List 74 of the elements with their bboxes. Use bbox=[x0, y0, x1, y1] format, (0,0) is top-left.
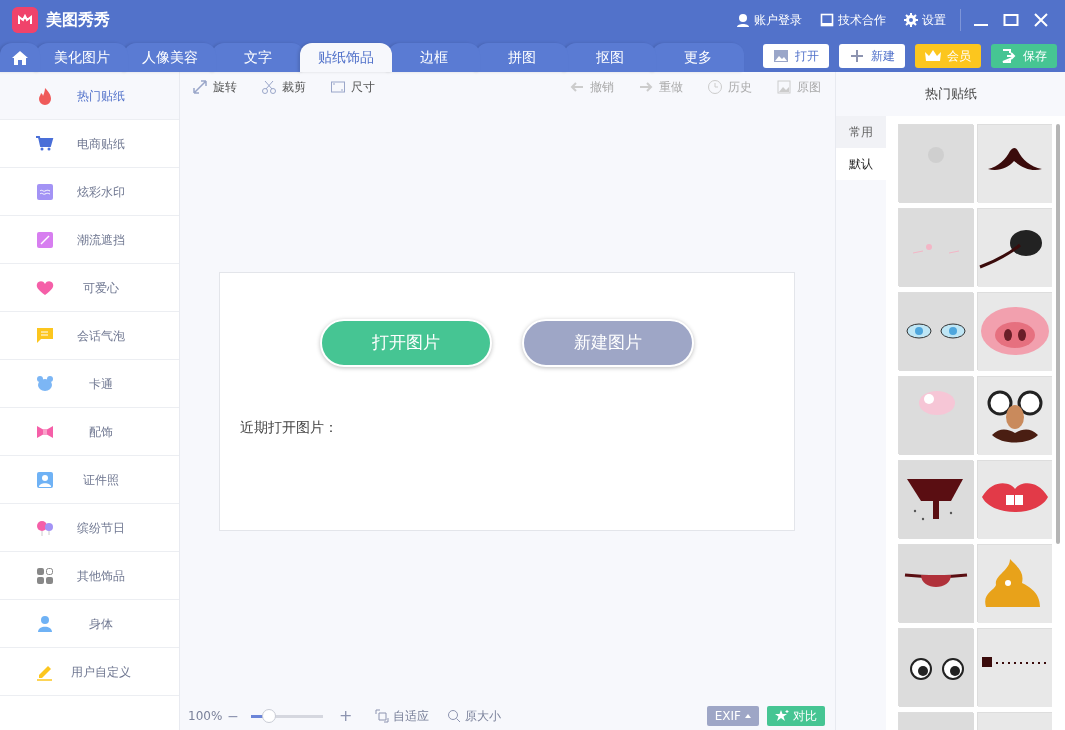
tab[interactable]: 人像美容 bbox=[124, 43, 216, 72]
sidebar-item[interactable]: 热门贴纸 bbox=[0, 72, 179, 120]
sidebar-item[interactable]: 卡通 bbox=[0, 360, 179, 408]
action-button[interactable]: 打开 bbox=[763, 44, 829, 68]
panel-title: 热门贴纸 bbox=[923, 85, 978, 103]
sidebar-item[interactable]: 证件照 bbox=[0, 456, 179, 504]
balloons-icon bbox=[36, 518, 54, 537]
app-title: 美图秀秀 bbox=[46, 9, 110, 31]
header-link[interactable]: 技术合作 bbox=[838, 11, 886, 29]
fit-button[interactable]: 自适应 bbox=[393, 707, 430, 725]
slider-thumb[interactable] bbox=[262, 708, 277, 723]
sidebar-item[interactable]: 身体 bbox=[0, 600, 179, 648]
toolbar-button[interactable]: 尺寸 bbox=[330, 78, 375, 96]
cart-icon bbox=[36, 134, 54, 153]
toolbar-button[interactable]: 裁剪 bbox=[261, 78, 306, 96]
caret-icon bbox=[745, 714, 751, 718]
recent-images-label: 近期打开图片： bbox=[240, 418, 339, 437]
monitor-icon bbox=[820, 13, 834, 27]
slash-square-icon bbox=[36, 230, 54, 249]
crown-icon bbox=[925, 48, 941, 64]
sidebar-item[interactable]: 电商贴纸 bbox=[0, 120, 179, 168]
app-logo-icon bbox=[12, 7, 38, 33]
new-image-button[interactable]: 新建图片 bbox=[522, 319, 694, 367]
panel-tab[interactable]: 常用 bbox=[836, 116, 886, 148]
sidebar-item[interactable]: 可爱心 bbox=[0, 264, 179, 312]
image-icon bbox=[776, 79, 792, 95]
frame-icon bbox=[330, 79, 346, 95]
actual-size-button[interactable]: 原大小 bbox=[465, 707, 502, 725]
tab[interactable]: 文字 bbox=[212, 43, 304, 72]
clock-icon bbox=[707, 79, 723, 95]
resize-arrow-icon bbox=[192, 79, 208, 95]
close-icon[interactable] bbox=[1033, 12, 1049, 28]
action-button[interactable]: 新建 bbox=[839, 44, 905, 68]
sidebar-item[interactable]: 潮流遮挡 bbox=[0, 216, 179, 264]
flame-icon bbox=[36, 86, 54, 105]
home-tab[interactable] bbox=[0, 43, 40, 72]
panel-tab[interactable]: 默认 bbox=[836, 148, 886, 180]
tab[interactable]: 边框 bbox=[388, 43, 480, 72]
sidebar-item[interactable]: 炫彩水印 bbox=[0, 168, 179, 216]
sidebar-item[interactable]: 用户自定义 bbox=[0, 648, 179, 696]
heart-icon bbox=[36, 278, 54, 297]
tab[interactable]: 更多 bbox=[652, 43, 744, 72]
header-link[interactable]: 账户登录 bbox=[754, 11, 802, 29]
wave-square-icon bbox=[36, 182, 54, 201]
zoom-out-button[interactable]: − bbox=[226, 708, 241, 724]
id-photo-icon bbox=[36, 470, 54, 489]
sidebar-item[interactable]: 配饰 bbox=[0, 408, 179, 456]
sidebar-item[interactable]: 会话气泡 bbox=[0, 312, 179, 360]
magnifier-icon bbox=[447, 709, 462, 723]
person-icon bbox=[36, 614, 54, 633]
scissors-icon bbox=[261, 79, 277, 95]
toolbar-button[interactable]: 旋转 bbox=[192, 78, 237, 96]
image-icon bbox=[773, 48, 789, 64]
exif-button[interactable]: EXIF bbox=[706, 706, 759, 726]
tab[interactable]: 抠图 bbox=[564, 43, 656, 72]
sidebar-item[interactable]: 缤纷节日 bbox=[0, 504, 179, 552]
zoom-in-button[interactable]: + bbox=[338, 707, 354, 725]
settings-icon bbox=[904, 13, 918, 27]
header-link[interactable]: 设置 bbox=[922, 11, 946, 29]
home-icon bbox=[12, 49, 28, 66]
fit-icon bbox=[375, 709, 390, 723]
person-icon bbox=[736, 13, 750, 27]
sparkle-star-icon bbox=[775, 709, 789, 723]
plus-icon bbox=[849, 48, 865, 64]
zoom-percent: 100% bbox=[188, 708, 223, 725]
tab[interactable]: 拼图 bbox=[476, 43, 568, 72]
scrollbar[interactable] bbox=[1056, 124, 1060, 544]
tab[interactable]: 贴纸饰品 bbox=[300, 43, 392, 72]
speech-bubble-icon bbox=[36, 326, 54, 345]
grid-icon bbox=[36, 566, 54, 585]
sidebar-item[interactable]: 其他饰品 bbox=[0, 552, 179, 600]
maximize-icon[interactable] bbox=[1003, 12, 1019, 28]
bear-icon bbox=[36, 374, 54, 393]
tab[interactable]: 美化图片 bbox=[36, 43, 128, 72]
